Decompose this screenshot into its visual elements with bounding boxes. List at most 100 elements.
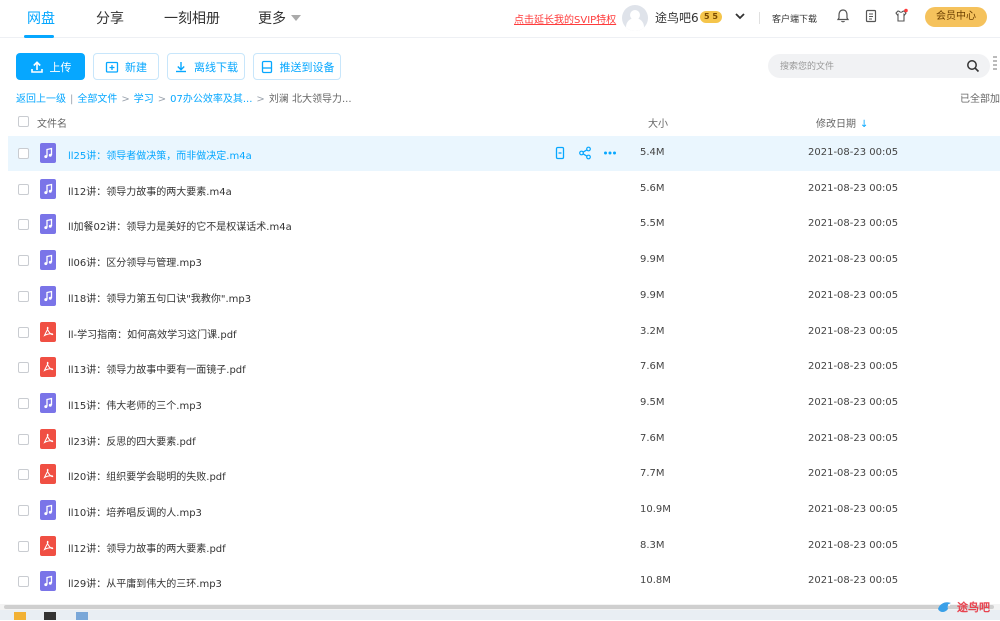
file-name[interactable]: ll20讲：组织要学会聪明的失败.pdf	[68, 468, 226, 483]
file-date: 2021-08-23 00:05	[808, 468, 899, 480]
pdf-icon	[40, 464, 56, 485]
column-header-date-label: 修改日期	[816, 119, 856, 130]
new-folder-button[interactable]: 新建	[93, 53, 159, 80]
new-folder-icon	[105, 61, 119, 73]
avatar[interactable]	[622, 5, 648, 31]
client-download-link[interactable]: 客户端下载	[772, 12, 817, 25]
file-date: 2021-08-23 00:05	[808, 218, 899, 230]
file-name[interactable]: ll15讲：伟大老师的三个.mp3	[68, 397, 202, 412]
search-box	[768, 54, 990, 78]
breadcrumb-separator: |	[70, 94, 74, 105]
column-header-date[interactable]: 修改日期 ↓	[816, 115, 868, 130]
file-size: 9.9M	[640, 254, 665, 266]
task-list-icon[interactable]	[863, 8, 879, 24]
row-checkbox[interactable]	[18, 183, 29, 195]
file-name[interactable]: ll13讲：领导力故事中要有一面镜子.pdf	[68, 361, 246, 376]
breadcrumb-back[interactable]: 返回上一级	[16, 94, 66, 105]
nav-tab-more[interactable]: 更多	[258, 8, 301, 28]
push-to-device-button[interactable]: 推送到设备	[253, 53, 341, 80]
row-checkbox[interactable]	[18, 576, 29, 588]
pdf-icon	[40, 428, 56, 449]
breadcrumb: 返回上一级 | 全部文件 > 学习 >07办公效率及其... > 刘澜 北大领导力...	[16, 90, 352, 105]
bell-icon[interactable]	[835, 8, 851, 24]
upload-label: 上传	[49, 60, 72, 74]
active-tab-indicator	[24, 35, 54, 38]
scrollbar-thumb[interactable]	[4, 605, 994, 609]
upload-button[interactable]: 上传	[16, 53, 85, 80]
music-note-icon	[40, 392, 56, 413]
member-center-button[interactable]: 会员中心	[925, 7, 987, 27]
row-checkbox[interactable]	[18, 362, 29, 374]
bird-logo-icon	[938, 602, 951, 612]
file-row[interactable]: ll25讲：领导者做决策，而非做决定.m4a 5.4M 2021-08-23 00:…	[8, 136, 1000, 171]
file-name[interactable]: ll加餐02讲：领导力是美好的它不是权谋话术.m4a	[68, 218, 292, 233]
terminal-icon[interactable]	[44, 612, 56, 620]
file-row[interactable]: ll10讲：培养唱反调的人.mp3 10.9M 2021-08-23 00:05	[8, 493, 1000, 528]
row-checkbox[interactable]	[18, 433, 29, 445]
row-checkbox[interactable]	[18, 219, 29, 231]
folder-icon[interactable]	[14, 612, 26, 620]
row-checkbox[interactable]	[18, 148, 29, 159]
nav-tab-netdisk[interactable]: 网盘	[27, 8, 55, 28]
app-icon[interactable]	[76, 612, 88, 620]
file-size: 5.4M	[640, 147, 665, 158]
file-row[interactable]: ll18讲：领导力第五句口诀"我教你".mp3 9.9M 2021-08-23 00…	[8, 279, 1000, 314]
row-checkbox[interactable]	[18, 290, 29, 302]
file-name[interactable]: ll29讲：从平庸到伟大的三环.mp3	[68, 575, 222, 590]
file-name[interactable]: ll-学习指南：如何高效学习这门课.pdf	[68, 326, 237, 341]
caret-down-icon	[291, 15, 301, 21]
column-header-size[interactable]: 大小	[648, 115, 668, 130]
file-date: 2021-08-23 00:05	[808, 325, 899, 337]
file-size: 5.6M	[640, 182, 665, 194]
row-checkbox[interactable]	[18, 469, 29, 481]
file-row[interactable]: ll加餐02讲：领导力是美好的它不是权谋话术.m4a 5.5M 2021-08-23…	[8, 207, 1000, 242]
column-header-name[interactable]: 文件名	[37, 115, 67, 130]
search-input[interactable]	[780, 57, 960, 75]
breadcrumb-item[interactable]: 学习	[134, 94, 154, 105]
file-row[interactable]: ll-学习指南：如何高效学习这门课.pdf 3.2M 2021-08-23 00:0…	[8, 315, 1000, 350]
row-checkbox[interactable]	[18, 326, 29, 338]
row-checkbox[interactable]	[18, 540, 29, 552]
breadcrumb-separator: >	[157, 94, 167, 105]
file-row[interactable]: ll15讲：伟大老师的三个.mp3 9.5M 2021-08-23 00:05	[8, 386, 1000, 421]
side-panel-toggle-icon[interactable]	[993, 56, 997, 72]
file-row[interactable]: ll06讲：区分领导与管理.mp3 9.9M 2021-08-23 00:05	[8, 243, 1000, 278]
file-row[interactable]: ll20讲：组织要学会聪明的失败.pdf 7.7M 2021-08-23 00:05	[8, 457, 1000, 492]
file-name[interactable]: ll25讲：领导者做决策，而非做决定.m4a	[68, 147, 252, 162]
file-row[interactable]: ll12讲：领导力故事的两大要素.m4a 5.6M 2021-08-23 00:05	[8, 172, 1000, 207]
file-name[interactable]: ll12讲：领导力故事的两大要素.pdf	[68, 540, 226, 555]
file-name[interactable]: ll06讲：区分领导与管理.mp3	[68, 254, 202, 269]
more-icon[interactable]	[603, 146, 617, 160]
taskbar	[0, 610, 1000, 620]
chevron-down-icon[interactable]	[733, 9, 747, 23]
vip-level-badge: 5 5	[700, 11, 722, 23]
nav-tab-share[interactable]: 分享	[96, 8, 124, 28]
upload-icon	[30, 60, 43, 73]
nav-tab-album[interactable]: 一刻相册	[164, 8, 220, 28]
file-name[interactable]: ll23讲：反思的四大要素.pdf	[68, 433, 196, 448]
file-row[interactable]: ll13讲：领导力故事中要有一面镜子.pdf 7.6M 2021-08-23 00:…	[8, 350, 1000, 385]
breadcrumb-item[interactable]: 全部文件	[77, 94, 117, 105]
row-checkbox[interactable]	[18, 255, 29, 267]
svip-renew-link[interactable]: 点击延长我的SVIP特权	[514, 11, 616, 26]
file-row[interactable]: ll12讲：领导力故事的两大要素.pdf 8.3M 2021-08-23 00:05	[8, 529, 1000, 564]
tshirt-skin-icon[interactable]	[893, 8, 909, 24]
row-checkbox[interactable]	[18, 505, 29, 516]
username[interactable]: 途鸟吧6	[655, 9, 699, 26]
file-date: 2021-08-23 00:05	[808, 575, 899, 587]
file-row[interactable]: ll23讲：反思的四大要素.pdf 7.6M 2021-08-23 00:05	[8, 422, 1000, 457]
file-name[interactable]: ll12讲：领导力故事的两大要素.m4a	[68, 183, 232, 198]
file-name[interactable]: ll10讲：培养唱反调的人.mp3	[68, 504, 202, 519]
file-name[interactable]: ll18讲：领导力第五句口诀"我教你".mp3	[68, 290, 251, 305]
music-note-icon	[40, 250, 56, 271]
phone-push-icon[interactable]	[553, 146, 567, 160]
offline-download-button[interactable]: 离线下载	[167, 53, 245, 80]
search-icon[interactable]	[966, 59, 980, 73]
file-size: 7.7M	[640, 468, 665, 480]
file-row[interactable]: ll29讲：从平庸到伟大的三环.mp3 10.8M 2021-08-23 00:05	[8, 564, 1000, 599]
share-icon[interactable]	[578, 146, 592, 160]
divider	[759, 12, 760, 24]
select-all-checkbox[interactable]	[18, 116, 29, 127]
breadcrumb-item[interactable]: 07办公效率及其...	[170, 94, 252, 105]
row-checkbox[interactable]	[18, 397, 29, 409]
